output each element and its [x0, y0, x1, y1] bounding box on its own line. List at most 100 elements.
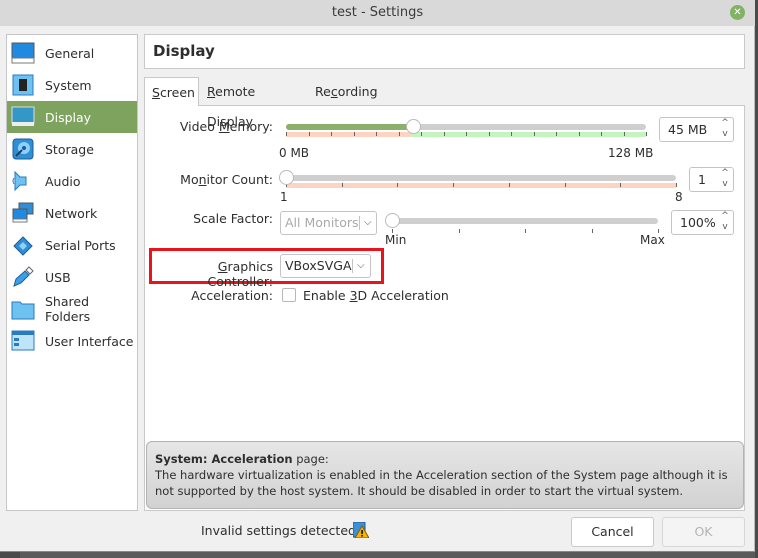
message-body: The hardware virtualization is enabled i… [155, 468, 728, 498]
video-memory-min: 0 MB [279, 146, 310, 160]
warning-icon[interactable] [352, 521, 370, 539]
slider-tick [309, 132, 310, 136]
slider-tick [453, 183, 454, 187]
video-memory-spinbox[interactable]: 45 MB ^ v [659, 117, 734, 142]
select-value: All Monitors [285, 215, 359, 230]
tab-remote-display[interactable]: Remote Display [200, 77, 262, 129]
cancel-button[interactable]: Cancel [571, 517, 654, 547]
mnemonic: S [152, 85, 160, 100]
sidebar-item-label: Audio [45, 173, 81, 189]
chevron-up-icon[interactable]: ^ [719, 168, 731, 179]
user-interface-icon [11, 329, 35, 353]
sidebar-item-shared-folders[interactable]: Shared Folders [7, 293, 137, 325]
enable-3d-label[interactable]: Enable 3D Acceleration [303, 288, 449, 303]
sidebar-item-system[interactable]: System [7, 69, 137, 101]
settings-window: test - Settings ✕ General System Display [0, 0, 755, 552]
close-icon[interactable]: ✕ [730, 5, 745, 20]
slider-fill [286, 124, 413, 130]
slider-track [392, 218, 658, 224]
mnemonic: R [207, 84, 216, 99]
title-bar: test - Settings ✕ [0, 0, 755, 26]
slider-zone-low [286, 183, 676, 188]
sidebar-item-label: Shared Folders [45, 294, 91, 324]
slider-tick [354, 132, 355, 136]
slider-tick [565, 183, 566, 187]
sidebar-item-label: General [45, 45, 95, 61]
validation-message: System: Acceleration page: The hardware … [146, 441, 744, 509]
chevron-up-icon[interactable]: ^ [719, 211, 731, 222]
monitor-count-label: Monitor Count: [180, 172, 273, 187]
chevron-down-icon[interactable]: v [719, 129, 731, 140]
message-title: System: Acceleration page: [155, 452, 329, 466]
sidebar-item-label: Display [45, 109, 92, 125]
slider-tick [466, 132, 467, 136]
sidebar-item-general[interactable]: General [7, 37, 137, 69]
scale-factor-max: Max [640, 233, 665, 247]
page-title: Display [144, 34, 745, 69]
spinbox-value: 1 [698, 172, 706, 187]
background-window-strip [20, 552, 755, 558]
chevron-down-icon[interactable]: v [719, 179, 731, 190]
sidebar-item-label: Storage [45, 141, 94, 157]
select-value: VBoxSVGA [285, 258, 352, 273]
slider-tick [459, 229, 460, 233]
slider-tick [534, 132, 535, 136]
slider-tick [646, 132, 647, 136]
tab-screen[interactable]: Screen [144, 77, 199, 106]
folder-icon [11, 297, 35, 321]
slider-tick [592, 229, 593, 233]
scale-factor-label: Scale Factor: [193, 211, 273, 226]
sidebar-item-label: System [45, 77, 92, 93]
slider-tick [556, 132, 557, 136]
sidebar-item-usb[interactable]: USB [7, 261, 137, 293]
slider-knob[interactable] [385, 213, 400, 228]
monitor-count-spinbox[interactable]: 1 ^ v [689, 167, 734, 192]
ok-button[interactable]: OK [662, 517, 745, 547]
usb-icon [11, 265, 35, 289]
serial-port-icon [11, 233, 35, 257]
tab-recording[interactable]: Recording [308, 77, 385, 105]
chevron-down-icon[interactable]: v [719, 222, 731, 233]
mnemonic: c [330, 84, 338, 99]
slider-track [286, 175, 676, 181]
chevron-up-icon[interactable]: ^ [719, 118, 731, 129]
slider-tick [397, 183, 398, 187]
slider-tick [511, 132, 512, 136]
scale-monitor-select[interactable]: All Monitors ⌵ [280, 211, 377, 235]
slider-tick [525, 229, 526, 233]
sidebar-item-display[interactable]: Display [7, 101, 137, 133]
slider-tick [376, 132, 377, 136]
graphics-controller-select[interactable]: VBoxSVGA ⌵ [280, 254, 371, 278]
chevron-down-icon: ⌵ [364, 217, 372, 228]
slider-tick [579, 132, 580, 136]
scale-factor-min: Min [385, 233, 407, 247]
sidebar: General System Display Storage Audio Net… [6, 34, 138, 511]
storage-disk-icon [11, 137, 35, 161]
spinbox-value: 100% [680, 215, 716, 230]
audio-speaker-icon [11, 169, 35, 193]
slider-tick [444, 132, 445, 136]
enable-3d-checkbox[interactable] [282, 288, 296, 302]
spinbox-value: 45 MB [668, 122, 708, 137]
sidebar-item-audio[interactable]: Audio [7, 165, 137, 197]
acceleration-label: Acceleration: [191, 288, 273, 303]
scale-factor-spinbox[interactable]: 100% ^ v [671, 210, 734, 235]
video-memory-max: 128 MB [608, 146, 654, 160]
slider-knob[interactable] [405, 119, 421, 134]
slider-tick [421, 132, 422, 136]
monitor-count-min: 1 [280, 190, 288, 204]
slider-tick [331, 132, 332, 136]
sidebar-item-storage[interactable]: Storage [7, 133, 137, 165]
slider-zone-low [286, 132, 412, 137]
graphics-controller-label: Graphics Controller: [207, 259, 273, 289]
sidebar-item-serial-ports[interactable]: Serial Ports [7, 229, 137, 261]
slider-tick [509, 183, 510, 187]
monitor-count-max: 8 [675, 190, 683, 204]
slider-knob[interactable] [279, 170, 294, 185]
sidebar-item-user-interface[interactable]: User Interface [7, 325, 137, 357]
slider-tick [620, 183, 621, 187]
slider-tick [601, 132, 602, 136]
sidebar-item-network[interactable]: Network [7, 197, 137, 229]
slider-tick [489, 132, 490, 136]
slider-tick [342, 183, 343, 187]
